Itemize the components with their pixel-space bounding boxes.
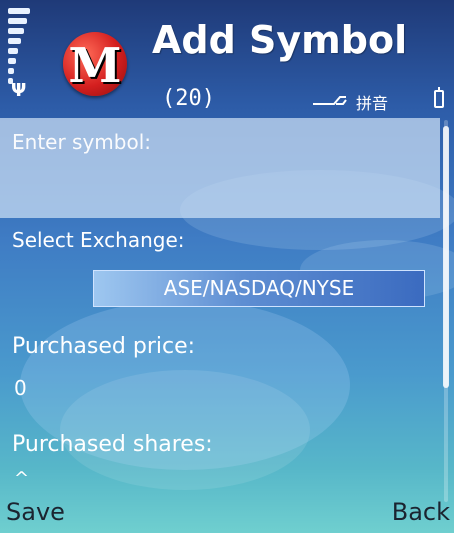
purchased-price-label: Purchased price: bbox=[12, 334, 196, 359]
back-softkey[interactable]: Back bbox=[392, 498, 450, 526]
pen-input-icon bbox=[313, 96, 347, 105]
input-mode-indicator: 拼音 bbox=[312, 90, 420, 113]
signal-strength-icon bbox=[8, 8, 32, 84]
title-bar: Ψ M Add Symbol (20) 拼音 bbox=[0, 0, 454, 115]
purchased-shares-label: Purchased shares: bbox=[12, 432, 213, 457]
page-title: Add Symbol bbox=[152, 18, 408, 62]
exchange-select[interactable]: ASE/NASDAQ/NYSE bbox=[93, 270, 425, 307]
purchased-shares-input[interactable]: ^ bbox=[14, 468, 29, 489]
ime-mode-label: 拼音 bbox=[356, 94, 389, 113]
symbol-count: (20) bbox=[162, 86, 215, 111]
battery-icon bbox=[434, 87, 444, 108]
scrollbar[interactable] bbox=[441, 120, 451, 502]
add-symbol-form: Enter symbol: Select Exchange: ASE/NASDA… bbox=[0, 118, 454, 503]
symbol-input[interactable]: Enter symbol: bbox=[0, 118, 440, 218]
scrollbar-thumb[interactable] bbox=[443, 126, 449, 388]
symbol-label: Enter symbol: bbox=[12, 130, 152, 154]
purchased-price-input[interactable]: 0 bbox=[14, 376, 27, 400]
save-softkey[interactable]: Save bbox=[6, 498, 65, 526]
softkey-bar: Save Back bbox=[0, 496, 454, 533]
app-logo-m-icon: M bbox=[63, 32, 127, 96]
exchange-label: Select Exchange: bbox=[12, 228, 185, 252]
